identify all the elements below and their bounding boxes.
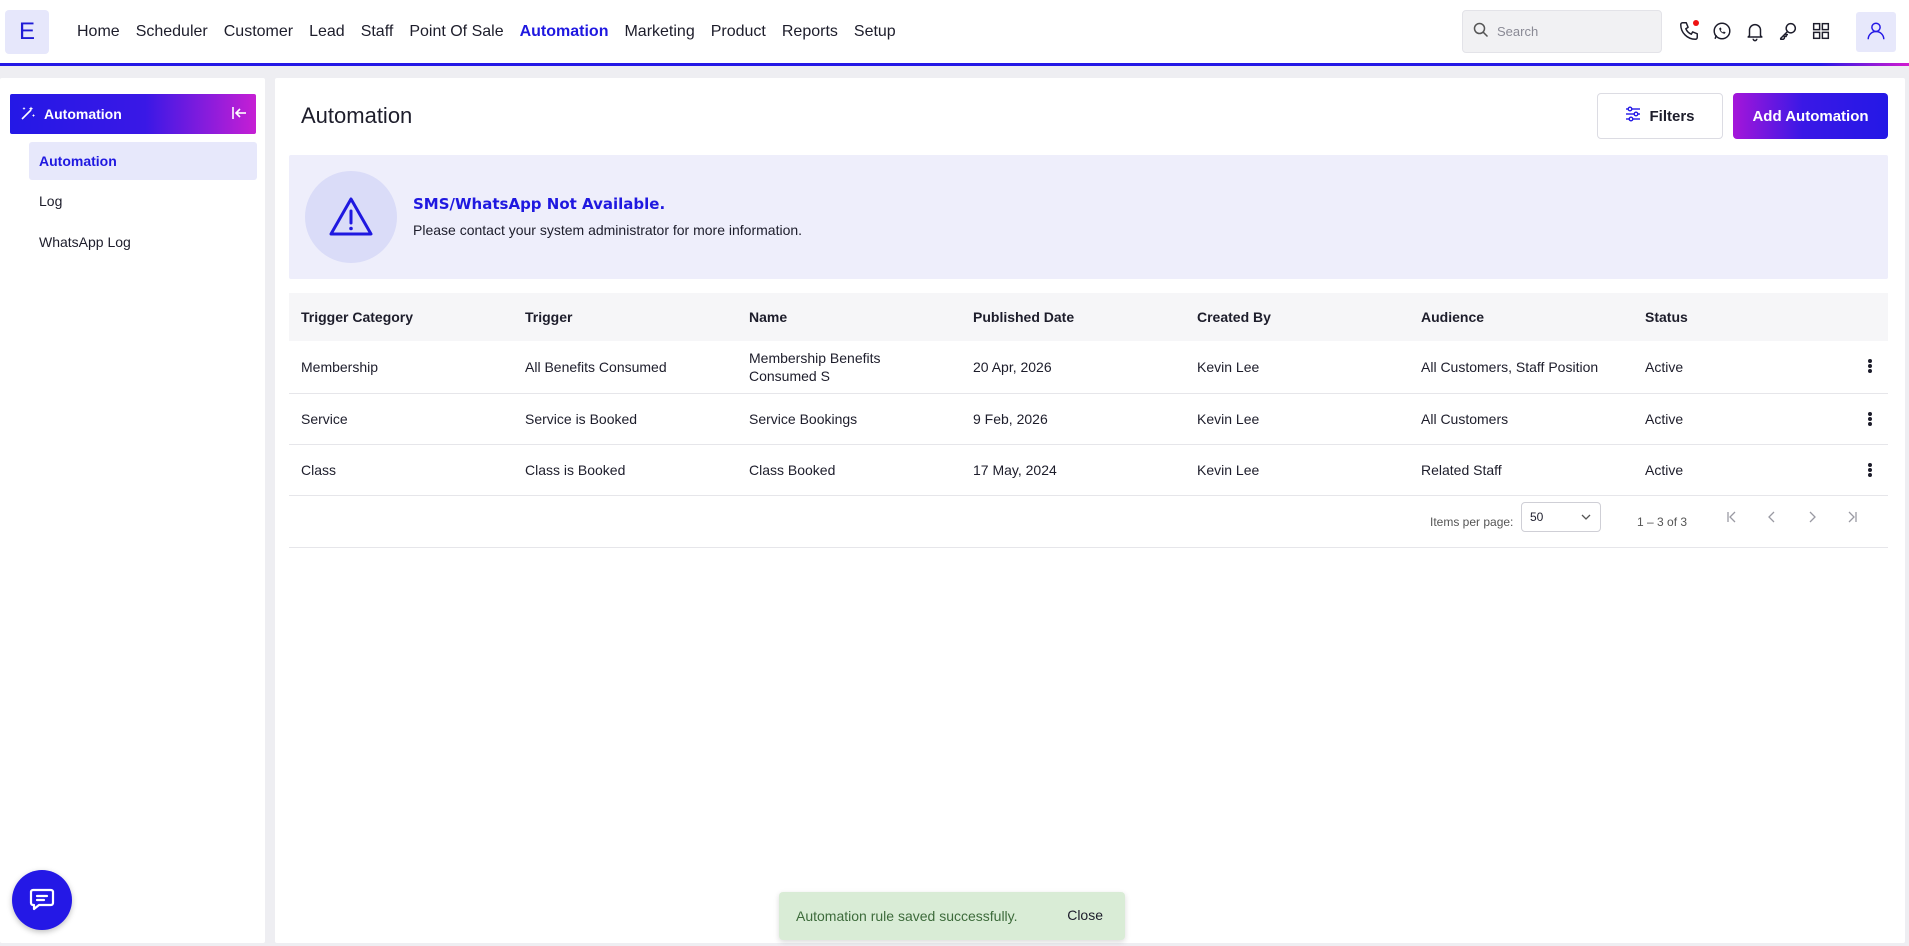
sidebar-item-whatsapp-log[interactable]: WhatsApp Log [29,223,257,261]
row-menu-icon[interactable] [1862,410,1878,428]
automation-table: Trigger Category Trigger Name Published … [289,293,1888,496]
sidebar-item-log[interactable]: Log [29,182,257,220]
main-nav: Home Scheduler Customer Lead Staff Point… [77,23,912,41]
nav-item-point-of-sale[interactable]: Point Of Sale [409,23,503,41]
add-automation-button[interactable]: Add Automation [1733,93,1888,139]
table-row[interactable]: Service Service is Booked Service Bookin… [289,394,1888,445]
chevron-down-icon [1580,511,1592,526]
sidebar: Automation Automation Log WhatsApp Log [0,78,265,943]
success-toast: Automation rule saved successfully. Clos… [779,892,1125,940]
table-cell: Service Bookings [749,411,858,427]
search-icon [1473,22,1489,41]
column-header[interactable]: Status [1633,308,1857,326]
table-cell: 17 May, 2024 [973,462,1057,478]
table-cell: Active [1645,462,1684,478]
whatsapp-icon[interactable] [1711,20,1733,42]
collapse-sidebar-icon[interactable] [230,104,248,125]
row-menu-icon[interactable] [1862,357,1878,375]
toast-message: Automation rule saved successfully. [796,908,1018,924]
bell-icon[interactable] [1744,20,1766,42]
sidebar-item-automation[interactable]: Automation [29,142,257,180]
alert-title: SMS/WhatsApp Not Available. [413,195,666,213]
table-cell: Service [301,411,348,427]
main-panel: Automation Filters Add Automation SMS/Wh… [275,78,1905,943]
search-input[interactable] [1497,24,1647,39]
filters-label: Filters [1649,107,1695,125]
table-cell: Kevin Lee [1197,359,1260,375]
row-menu-icon[interactable] [1862,461,1878,479]
first-page-icon[interactable] [1722,507,1742,527]
nav-item-staff[interactable]: Staff [361,23,394,41]
chat-icon [29,887,55,914]
top-icon-bar [1678,20,1832,42]
table-cell: Class Booked [749,462,836,478]
column-header[interactable]: Trigger Category [289,308,513,326]
user-icon [1865,20,1887,45]
magic-wand-icon [20,105,36,124]
table-cell: All Customers, Staff Position [1421,359,1599,375]
paginator: Items per page: 50 1 – 3 of 3 [289,497,1888,548]
key-icon[interactable] [1777,20,1799,42]
nav-item-automation[interactable]: Automation [520,23,609,41]
next-page-icon[interactable] [1802,507,1822,527]
table-cell: Active [1645,359,1684,375]
previous-page-icon[interactable] [1762,507,1782,527]
nav-item-scheduler[interactable]: Scheduler [136,23,208,41]
table-cell: Service is Booked [525,411,638,427]
notification-dot [1693,20,1699,26]
table-cell: Active [1645,411,1684,427]
user-avatar[interactable] [1856,12,1896,52]
column-header[interactable]: Audience [1409,308,1633,326]
sidebar-header-label: Automation [44,106,122,122]
app-logo[interactable]: E [5,9,49,54]
table-cell: All Benefits Consumed [525,359,667,375]
sms-unavailable-alert: SMS/WhatsApp Not Available. Please conta… [289,155,1888,279]
grid-icon[interactable] [1810,20,1832,42]
alert-message: Please contact your system administrator… [413,222,803,238]
table-cell: Class is Booked [525,462,626,478]
last-page-icon[interactable] [1842,507,1862,527]
table-cell: Kevin Lee [1197,411,1260,427]
page-title: Automation [301,103,413,128]
top-navbar: E Home Scheduler Customer Lead Staff Poi… [0,0,1909,66]
sliders-icon [1625,106,1641,126]
nav-item-marketing[interactable]: Marketing [624,23,694,41]
nav-item-home[interactable]: Home [77,23,120,41]
nav-item-customer[interactable]: Customer [224,23,293,41]
items-per-page-label: Items per page: [1430,515,1514,529]
toast-close-button[interactable]: Close [1067,907,1103,923]
nav-item-setup[interactable]: Setup [854,23,896,41]
table-row[interactable]: Membership All Benefits Consumed Members… [289,341,1888,394]
filters-button[interactable]: Filters [1597,93,1723,139]
table-header: Trigger Category Trigger Name Published … [289,293,1888,341]
page-size-select[interactable]: 50 [1521,502,1601,532]
table-cell: 9 Feb, 2026 [973,411,1048,427]
table-cell: Kevin Lee [1197,462,1260,478]
column-header[interactable]: Published Date [961,308,1185,326]
phone-icon[interactable] [1678,20,1700,42]
table-cell: Membership [301,359,379,375]
page-size-value: 50 [1530,510,1544,524]
chat-support-button[interactable] [12,870,72,930]
warning-icon [305,171,397,263]
sidebar-header: Automation [10,94,256,134]
column-header[interactable]: Created By [1185,308,1409,326]
nav-item-lead[interactable]: Lead [309,23,345,41]
nav-item-reports[interactable]: Reports [782,23,838,41]
table-cell: 20 Apr, 2026 [973,359,1052,375]
table-cell: Class [301,462,337,478]
search-box[interactable] [1462,10,1662,53]
page-range: 1 – 3 of 3 [1637,515,1688,529]
column-header[interactable]: Name [737,308,961,326]
column-header[interactable]: Trigger [513,308,737,326]
nav-item-product[interactable]: Product [711,23,766,41]
table-cell: All Customers [1421,411,1509,427]
table-cell: Related Staff [1421,462,1502,478]
table-cell: Membership Benefits Consumed S [749,350,881,384]
table-row[interactable]: Class Class is Booked Class Booked 17 Ma… [289,445,1888,496]
